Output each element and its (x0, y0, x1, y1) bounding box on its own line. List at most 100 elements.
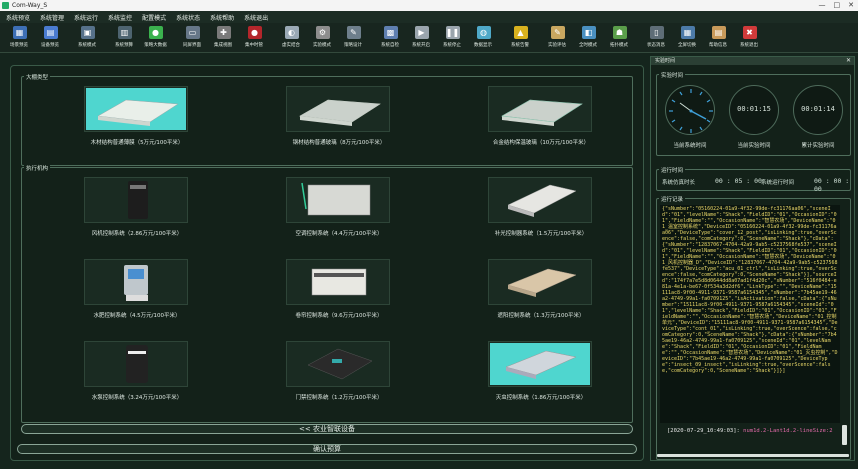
total-exp-time-label: 累计实验时间 (801, 143, 835, 149)
toolbar-label: 系统退出 (740, 42, 759, 48)
maximize-button[interactable]: □ (834, 0, 841, 11)
toolbar-lab-button[interactable]: ⚙ 实验模式 (307, 23, 338, 53)
current-exp-time-label: 当前实验时间 (737, 143, 771, 149)
log-scrollbar[interactable] (842, 425, 847, 445)
toolbar-data-button[interactable]: ● 策略大数据 (140, 23, 171, 53)
toolbar-label: 集成视图 (214, 42, 233, 48)
actuator-group: 执行机构 风机控制系统（2.86万元/100平米） 空调控制系统（4.4万元/10… (21, 164, 633, 423)
menu-system-run[interactable]: 系统运行 (74, 13, 98, 22)
device-icon: ▤ (43, 26, 58, 39)
actuator-card[interactable]: 水泵控制系统（3.24万元/100平米） (62, 335, 192, 420)
fulltime-icon: ◧ (581, 26, 596, 39)
toolbar-start-button[interactable]: ▶ 系统开启 (406, 23, 437, 53)
toolbar-design-button[interactable]: ✎ 策略设计 (338, 23, 369, 53)
actuator-image (488, 259, 592, 305)
actuator-card[interactable]: 门禁控制系统（1.2万元/100平米） (264, 335, 394, 420)
greenhouse-card[interactable]: 木材结构普通薄膜（5万元/100平米） (62, 80, 192, 165)
sim-duration-value: 00 : 05 : 00 (715, 177, 762, 185)
toolbar-exit-button[interactable]: ✖ 系统退出 (734, 23, 765, 53)
actuator-label: 补光控制器系统（1.5万元/100平米） (494, 231, 588, 237)
menu-system-exit[interactable]: 系统退出 (244, 13, 268, 22)
lab-icon: ⚙ (315, 26, 330, 39)
scene-icon: ▦ (12, 26, 27, 39)
menu-system-preview[interactable]: 系统预览 (6, 13, 30, 22)
toolbar-label: 集中时管 (245, 42, 264, 48)
actuator-card[interactable]: 灭虫控制系统（1.86万元/100平米） (466, 335, 596, 420)
confirm-budget-button[interactable]: 确认预算 (17, 444, 637, 454)
toolbar-help-button[interactable]: ▤ 帮助信息 (703, 23, 734, 53)
topology-icon: ☗ (612, 26, 627, 39)
toolbar-label: 同屏界面 (183, 42, 202, 48)
current-system-time-label: 当前系统时间 (673, 143, 707, 149)
close-button[interactable]: ✕ (848, 0, 854, 11)
actuator-card[interactable]: 空调控制系统（4.4万元/100平米） (264, 171, 394, 256)
actuator-group-title: 执行机构 (24, 164, 51, 172)
actuator-card[interactable]: 风机控制系统（2.86万元/100平米） (62, 171, 192, 256)
greenhouse-image (84, 86, 188, 132)
toolbar-budget-button[interactable]: ▥ 系统预算 (109, 23, 140, 53)
toolbar-selfcheck-button[interactable]: ▩ 系统自检 (375, 23, 406, 53)
stop-icon: ❚❚ (445, 26, 460, 39)
actuator-card[interactable]: 卷帘控制系统（9.6万元/100平米） (264, 253, 394, 338)
log-timestamp: [2020-07-29_10:49:03]: (667, 428, 740, 434)
analog-clock (665, 85, 715, 135)
toolbar-alarm-button[interactable]: ▲ 系统告警 (505, 23, 536, 53)
run-log-text[interactable]: {"sNumber":"05160224-01a9-4f32-99de-fc31… (660, 205, 840, 423)
toolbar-display-button[interactable]: ◍ 数据显示 (468, 23, 499, 53)
greenhouse-card[interactable]: 钢材结构普通玻璃（8万元/100平米） (264, 80, 394, 165)
greenhouse-image (286, 86, 390, 132)
message-icon: ▯ (649, 26, 664, 39)
menu-system-status[interactable]: 系统状态 (176, 13, 200, 22)
selfcheck-icon: ▩ (383, 26, 398, 39)
run-time-title: 运行时间 (659, 166, 686, 174)
menu-system-manage[interactable]: 系统管理 (40, 13, 64, 22)
actuator-image (488, 341, 592, 387)
toolbar-fullscreen-button[interactable]: ▦ 全屏切换 (672, 23, 703, 53)
side-panel: 实验时间 ✕ 实验时间 00:01:15 00:01:14 当前系统时间 当前实… (650, 56, 855, 461)
toolbar-virtual-button[interactable]: ◐ 虚实结合 (276, 23, 307, 53)
toolbar-label: 拓扑模式 (610, 42, 629, 48)
toolbar-label: 系统自检 (381, 42, 400, 48)
back-to-devices-button[interactable]: << 农业智联设备 (21, 424, 633, 434)
toolbar-device-button[interactable]: ▤ 设备预览 (35, 23, 66, 53)
total-exp-time-value: 00:01:14 (801, 105, 835, 113)
toolbar-scene-button[interactable]: ▦ 场景预览 (4, 23, 35, 53)
toolbar-topology-button[interactable]: ☗ 拓扑模式 (604, 23, 635, 53)
menu-system-monitor[interactable]: 系统监控 (108, 13, 132, 22)
panel-close-icon[interactable]: ✕ (846, 57, 851, 65)
horizontal-scrollbar[interactable] (657, 454, 849, 457)
sim-duration-label: 系统仿真时长 (662, 180, 696, 186)
greenhouse-card[interactable]: 合金结构保温玻璃（10万元/100平米） (466, 80, 596, 165)
run-log-title: 运行记录 (659, 195, 686, 203)
toolbar-mode-button[interactable]: ▣ 系统模式 (72, 23, 103, 53)
greenhouse-image (488, 86, 592, 132)
toolbar-time-button[interactable]: ● 集中时管 (239, 23, 270, 53)
actuator-card[interactable]: 水肥控制系统（4.5万元/100平米） (62, 253, 192, 338)
evaluate-icon: ✎ (550, 26, 565, 39)
run-log-section: 运行记录 {"sNumber":"05160224-01a9-4f32-99de… (656, 195, 851, 460)
toolbar-message-button[interactable]: ▯ 状态消息 (641, 23, 672, 53)
fullscreen-icon: ▦ (680, 26, 695, 39)
design-icon: ✎ (346, 26, 361, 39)
actuator-card[interactable]: 遮阳控制系统（1.3万元/100平米） (466, 253, 596, 338)
greenhouse-label: 木材结构普通薄膜（5万元/100平米） (90, 140, 184, 146)
toolbar-screen-button[interactable]: ▭ 同屏界面 (177, 23, 208, 53)
run-time-label: 系统运行时间 (761, 180, 795, 186)
menu-system-help[interactable]: 系统帮助 (210, 13, 234, 22)
menu-config-mode[interactable]: 配置模式 (142, 13, 166, 22)
actuator-label: 灭虫控制系统（1.86万元/100平米） (495, 395, 587, 401)
toolbar-view-button[interactable]: ✚ 集成视图 (208, 23, 239, 53)
minimize-button[interactable]: — (819, 0, 826, 11)
actuator-image (286, 259, 390, 305)
toolbar-fulltime-button[interactable]: ◧ 全时模式 (573, 23, 604, 53)
toolbar-label: 实验评估 (548, 42, 567, 48)
toolbar-label: 系统模式 (78, 42, 97, 48)
toolbar-label: 场景预览 (10, 42, 29, 48)
toolbar: ▦ 场景预览 ▤ 设备预览 ▣ 系统模式 ▥ 系统预算 ● 策略大数据 ▭ 同屏界面 ✚ 集成视图 ● 集中时… (0, 23, 858, 53)
toolbar-stop-button[interactable]: ❚❚ 系统停止 (437, 23, 468, 53)
actuator-card[interactable]: 补光控制器系统（1.5万元/100平米） (466, 171, 596, 256)
window-titlebar: Com-Way_S — □ ✕ (0, 0, 858, 11)
actuator-label: 风机控制系统（2.86万元/100平米） (91, 231, 183, 237)
toolbar-evaluate-button[interactable]: ✎ 实验评估 (542, 23, 573, 53)
display-icon: ◍ (476, 26, 491, 39)
